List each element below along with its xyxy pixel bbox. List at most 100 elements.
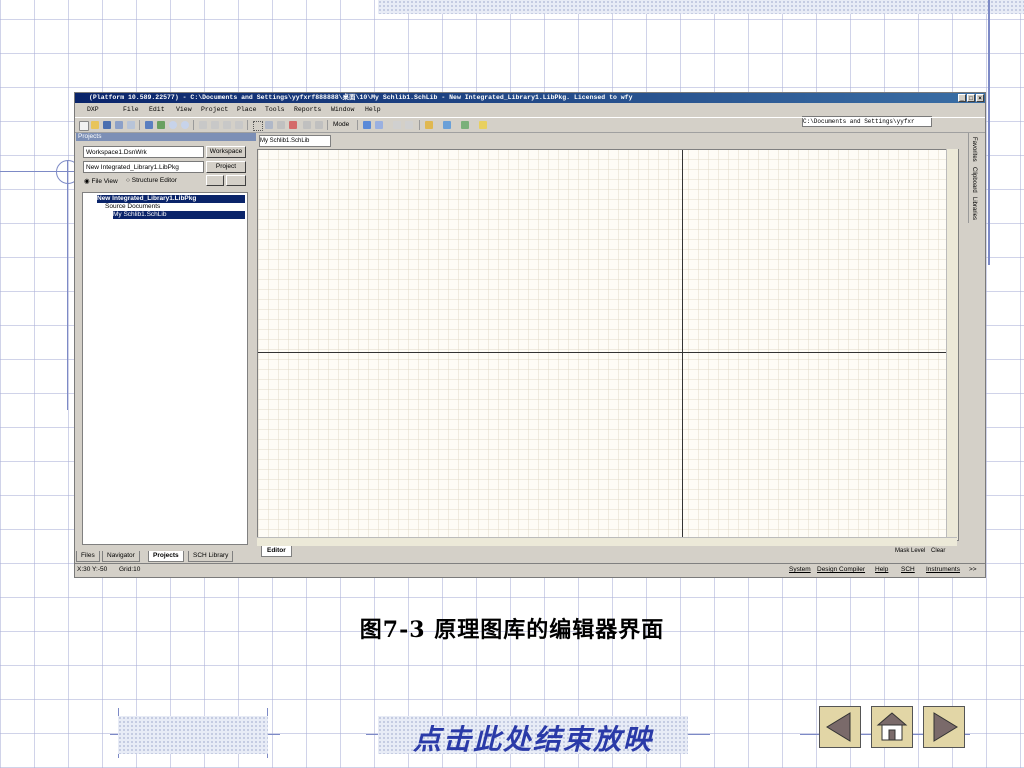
mask-level-controls: Mask Level Clear [895,548,945,554]
new-icon[interactable] [79,121,89,131]
ieee-symbols-icon[interactable] [443,121,451,129]
grid-icon[interactable] [461,121,469,129]
select-area-icon[interactable] [253,121,263,131]
menu-project[interactable]: Project [201,104,228,115]
end-show-button[interactable]: 点击此处结束放映 [378,716,688,756]
left-vertical-accent [67,160,68,410]
browse-icon[interactable] [145,121,153,129]
mode-dropdown[interactable]: Mode [333,120,349,130]
print-preview-icon[interactable] [127,121,135,129]
window-title: (Platform 10.589.22577) - C:\Documents a… [89,94,633,101]
library-icon[interactable] [157,121,165,129]
editor-tab[interactable]: Editor [261,546,292,557]
move-icon[interactable] [265,121,273,129]
panel-open-icon[interactable] [206,175,224,186]
tree-file-item[interactable]: My Schlib1.SchLib [113,211,245,219]
tree-root-item[interactable]: New Integrated_Library1.LibPkg [97,195,245,203]
save-icon[interactable] [103,121,111,129]
status-system[interactable]: System [789,564,811,575]
rubber-stamp-icon[interactable] [235,121,243,129]
next-slide-button[interactable] [923,706,965,748]
status-sch[interactable]: SCH [901,564,915,575]
projects-panel: Projects Workspace1.DsnWrk Workspace New… [76,133,256,571]
toolbar-separator [357,120,358,130]
grid-readout: Grid:10 [119,566,141,573]
toolbar-separator [247,120,248,130]
project-field[interactable]: New Integrated_Library1.LibPkg [83,161,204,173]
tab-libraries[interactable]: Libraries [971,197,977,220]
toolbar-separator [193,120,194,130]
cut-icon[interactable] [199,121,207,129]
zoom-in-icon[interactable] [169,121,177,129]
menu-place[interactable]: Place [237,104,257,115]
toolbar-separator [327,120,328,130]
redo-icon[interactable] [315,121,323,129]
status-bar: X:30 Y:-50 Grid:10 System Design Compile… [75,563,985,576]
deselect-icon[interactable] [289,121,297,129]
bottom-left-dotted-box [118,716,268,754]
undo-icon[interactable] [303,121,311,129]
zoom-out-icon[interactable] [181,121,189,129]
menu-tools[interactable]: Tools [265,104,285,115]
menu-dxp[interactable]: DXP [87,104,99,115]
tab-clipboard[interactable]: Clipboard [971,167,977,193]
maximize-button[interactable]: □ [967,94,975,102]
tab-navigator[interactable]: Navigator [102,551,140,562]
model-manager-icon[interactable] [479,121,487,129]
status-help[interactable]: Help [875,564,888,575]
tab-favorites[interactable]: Favorites [971,137,977,162]
close-button[interactable]: × [976,94,984,102]
document-tab[interactable]: My Schlib1.SchLib [259,135,331,147]
drawing-tools-icon[interactable] [425,121,433,129]
mask-level-button[interactable]: Mask Level [895,548,925,554]
right-arrow-icon [933,712,958,742]
prev-component-icon[interactable] [393,121,401,129]
menu-file[interactable]: File [123,104,139,115]
tab-files[interactable]: Files [76,551,100,562]
tree-folder-item[interactable]: Source Documents [105,203,160,211]
project-button[interactable]: Project [206,161,246,173]
radio-structure-editor[interactable]: ○ Structure Editor [126,177,177,184]
radio-file-view-label: File View [91,178,118,185]
paste-icon[interactable] [223,121,231,129]
previous-slide-button[interactable] [819,706,861,748]
open-icon[interactable] [91,121,99,129]
status-design-compiler[interactable]: Design Compiler [817,564,865,575]
home-button[interactable] [871,706,913,748]
menu-window[interactable]: Window [331,104,354,115]
workspace-combo[interactable]: Workspace1.DsnWrk [83,146,204,158]
vertical-axis-line [682,150,683,540]
tab-sch-library[interactable]: SCH Library [188,551,234,562]
menu-view[interactable]: View [176,104,192,115]
status-instruments[interactable]: Instruments [926,564,960,575]
tab-projects[interactable]: Projects [148,551,184,562]
horizontal-scrollbar[interactable] [257,537,957,546]
clear-button[interactable]: Clear [931,548,945,554]
copy-icon[interactable] [211,121,219,129]
minimize-button[interactable]: _ [958,94,966,102]
status-more[interactable]: >> [969,564,977,575]
remove-component-icon[interactable] [375,121,383,129]
panel-options-icon[interactable] [226,175,246,186]
menu-edit[interactable]: Edit [149,104,165,115]
vertical-scrollbar[interactable] [946,149,958,539]
top-dotted-band [378,0,1024,14]
print-icon[interactable] [115,121,123,129]
select-icon[interactable] [277,121,285,129]
panel-title: Projects [76,133,256,141]
schematic-editor-canvas[interactable] [257,149,959,541]
menu-help[interactable]: Help [365,104,381,115]
add-component-icon[interactable] [363,121,371,129]
home-icon [876,712,908,741]
radio-structure-label: Structure Editor [131,177,177,184]
menu-bar: DXP File Edit View Project Place Tools R… [75,104,985,127]
workspace-button[interactable]: Workspace [206,146,246,158]
toolbar-separator [139,120,140,130]
panel-tabs: Files Navigator Projects SCH Library [76,551,254,562]
radio-file-view[interactable]: ◉ File View [84,177,118,185]
coordinate-readout: X:30 Y:-50 [77,566,108,573]
main-toolbar: Mode [75,117,985,133]
right-accent-line [988,0,990,265]
next-component-icon[interactable] [405,121,413,129]
menu-reports[interactable]: Reports [294,104,321,115]
